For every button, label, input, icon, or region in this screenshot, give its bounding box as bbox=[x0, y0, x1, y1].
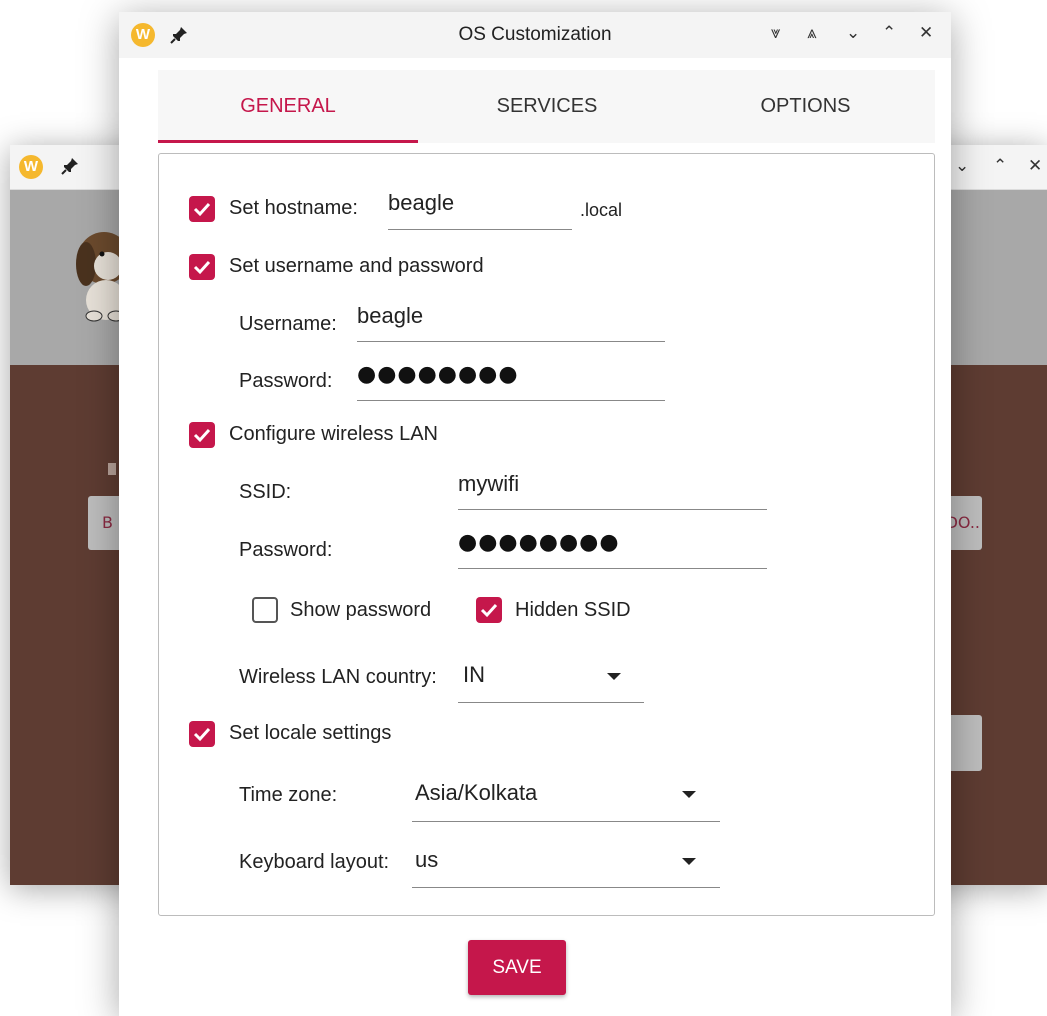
locale-checkbox[interactable] bbox=[189, 721, 215, 747]
timezone-select[interactable]: Asia/Kolkata bbox=[415, 780, 537, 806]
user-label: Set username and password bbox=[229, 255, 484, 277]
ssid-label: SSID: bbox=[239, 481, 292, 503]
pin-icon[interactable] bbox=[60, 156, 80, 180]
bg-small-label bbox=[108, 463, 116, 475]
maximize-icon[interactable]: ⌃ bbox=[882, 25, 896, 42]
tab-general[interactable]: GENERAL bbox=[158, 70, 418, 143]
bg-device-button-label: B bbox=[102, 513, 113, 532]
username-input[interactable]: beagle bbox=[357, 303, 423, 329]
hostname-suffix: .local bbox=[580, 200, 623, 220]
ssid-input[interactable]: mywifi bbox=[458, 471, 519, 497]
show-password-label: Show password bbox=[290, 599, 432, 621]
wlan-label: Configure wireless LAN bbox=[229, 423, 438, 445]
username-label: Username: bbox=[239, 313, 337, 335]
keyboard-dropdown-icon[interactable] bbox=[682, 858, 696, 865]
wlan-country-label: Wireless LAN country: bbox=[239, 666, 437, 688]
timezone-underline bbox=[412, 821, 720, 822]
timezone-label: Time zone: bbox=[239, 784, 338, 806]
username-underline bbox=[357, 341, 665, 342]
tab-bar: GENERAL SERVICES OPTIONS bbox=[158, 70, 935, 143]
hostname-input[interactable]: beagle bbox=[388, 190, 454, 216]
user-password-underline bbox=[357, 400, 665, 401]
keyboard-select[interactable]: us bbox=[415, 847, 438, 873]
close-icon[interactable]: ✕ bbox=[919, 25, 933, 42]
os-customization-dialog: W OS Customization ⩔ ⩓ ⌄ ⌃ ✕ GENERAL SER… bbox=[119, 12, 951, 1016]
dialog-titlebar: W OS Customization ⩔ ⩓ ⌄ ⌃ ✕ bbox=[119, 12, 951, 58]
hidden-ssid-checkbox[interactable] bbox=[476, 597, 502, 623]
dialog-title: OS Customization bbox=[458, 24, 612, 45]
user-checkbox[interactable] bbox=[189, 254, 215, 280]
wlan-checkbox[interactable] bbox=[189, 422, 215, 448]
shade-down-icon[interactable]: ⩔ bbox=[771, 25, 781, 42]
wlan-password-label: Password: bbox=[239, 539, 333, 561]
tab-services[interactable]: SERVICES bbox=[418, 70, 676, 143]
user-password-input[interactable]: ●●●●●●●● bbox=[357, 362, 519, 387]
keep-above-icon[interactable]: ⩓ bbox=[807, 25, 817, 42]
wlan-country-underline bbox=[458, 702, 644, 703]
keyboard-underline bbox=[412, 887, 720, 888]
wlan-password-underline bbox=[458, 568, 767, 569]
wlan-country-select[interactable]: IN bbox=[463, 662, 485, 688]
show-password-checkbox[interactable] bbox=[252, 597, 278, 623]
hostname-label: Set hostname: bbox=[229, 197, 358, 219]
user-password-label: Password: bbox=[239, 370, 333, 392]
bg-minimize-icon[interactable]: ⌄ bbox=[955, 158, 969, 175]
locale-label: Set locale settings bbox=[229, 722, 392, 744]
hostname-underline bbox=[388, 229, 572, 230]
bg-maximize-icon[interactable]: ⌃ bbox=[993, 158, 1007, 175]
save-button[interactable]: SAVE bbox=[468, 940, 566, 995]
country-dropdown-icon[interactable] bbox=[607, 673, 621, 680]
minimize-icon[interactable]: ⌄ bbox=[846, 25, 860, 42]
hidden-ssid-label: Hidden SSID bbox=[515, 599, 631, 621]
hostname-checkbox[interactable] bbox=[189, 196, 215, 222]
app-logo-icon: W bbox=[19, 155, 43, 179]
tab-options[interactable]: OPTIONS bbox=[676, 70, 935, 143]
bg-close-icon[interactable]: ✕ bbox=[1028, 158, 1042, 175]
wlan-password-input[interactable]: ●●●●●●●● bbox=[458, 530, 620, 555]
active-tab-indicator bbox=[158, 140, 418, 143]
keyboard-label: Keyboard layout: bbox=[239, 851, 390, 873]
ssid-underline bbox=[458, 509, 767, 510]
timezone-dropdown-icon[interactable] bbox=[682, 791, 696, 798]
general-panel: Set hostname: beagle .local Set username… bbox=[158, 153, 935, 916]
